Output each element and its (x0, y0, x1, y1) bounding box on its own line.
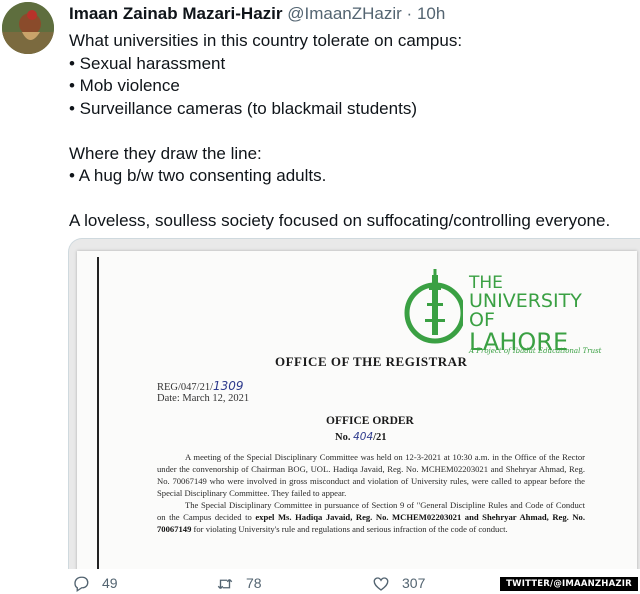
logo-line-university-of: UNIVERSITY OF (469, 290, 582, 331)
logo-wordmark: THE UNIVERSITY OF LAHORE (469, 275, 613, 355)
university-logo: THE UNIVERSITY OF LAHORE A Project of Ib… (403, 263, 613, 363)
office-heading: OFFICE OF THE REGISTRAR (275, 354, 468, 369)
order-paragraph-1: A meeting of the Special Disciplinary Co… (157, 452, 585, 498)
order-title: OFFICE ORDER (326, 415, 414, 427)
order-number-handwritten: 404 (353, 431, 374, 443)
avatar[interactable] (2, 2, 54, 54)
reference-prefix: REG/047/21/ (157, 382, 214, 393)
like-count: 307 (402, 575, 426, 591)
tweet-line: • Sexual harassment (69, 53, 226, 73)
order-number: No. 404/21 (335, 431, 387, 443)
tweet-actions: 49 78 307 (0, 575, 500, 594)
reply-icon (74, 576, 89, 593)
office-order-document: THE UNIVERSITY OF LAHORE A Project of Ib… (77, 251, 637, 569)
tweet-time[interactable]: 10h (417, 4, 445, 23)
like-button[interactable]: 307 (372, 575, 425, 593)
order-number-prefix: No. (335, 432, 354, 443)
tweet-line: Where they draw the line: (69, 143, 262, 163)
time-separator: · (406, 4, 413, 23)
order-body: A meeting of the Special Disciplinary Co… (157, 451, 585, 535)
author-name[interactable]: Imaan Zainab Mazari-Hazir (69, 4, 283, 23)
retweet-count: 78 (246, 575, 262, 591)
reply-count: 49 (102, 575, 118, 591)
tweet-line: • A hug b/w two consenting adults. (69, 166, 327, 185)
paragraph-2-end: for violating University's rule and regu… (191, 524, 508, 534)
logo-tagline: A Project of Ibadat Educational Trust (469, 347, 602, 355)
document-date: Date: March 12, 2021 (157, 393, 250, 404)
tweet-header: Imaan Zainab Mazari-Hazir @ImaanZHazir ·… (69, 4, 445, 24)
tweet-line: A loveless, soulless society focused on … (69, 211, 611, 230)
reference-handwritten: 1309 (213, 379, 244, 393)
tweet-spacer (69, 120, 634, 143)
document-edge-line (97, 257, 99, 569)
tweet-media-image[interactable]: THE UNIVERSITY OF LAHORE A Project of Ib… (68, 238, 640, 569)
retweet-button[interactable]: 78 (216, 575, 262, 593)
tweet-line: What universities in this country tolera… (69, 31, 463, 50)
source-watermark: TWITTER/@IMAANZHAZIR (500, 577, 638, 591)
order-paragraph-2: The Special Disciplinary Committee in pu… (157, 499, 585, 535)
order-number-suffix: /21 (373, 432, 387, 443)
reply-button[interactable]: 49 (72, 575, 118, 593)
like-icon (373, 577, 389, 591)
reference-number: REG/047/21/1309 (157, 379, 244, 393)
retweet-icon (217, 579, 233, 589)
minar-logo-icon (404, 269, 463, 344)
tweet-line: • Mob violence (69, 76, 180, 95)
author-handle[interactable]: @ImaanZHazir (287, 4, 402, 23)
tweet-line: • Surveillance cameras (to blackmail stu… (69, 98, 417, 118)
tweet-text: What universities in this country tolera… (69, 30, 634, 233)
tweet-spacer (69, 188, 634, 211)
avatar-image (2, 2, 54, 54)
